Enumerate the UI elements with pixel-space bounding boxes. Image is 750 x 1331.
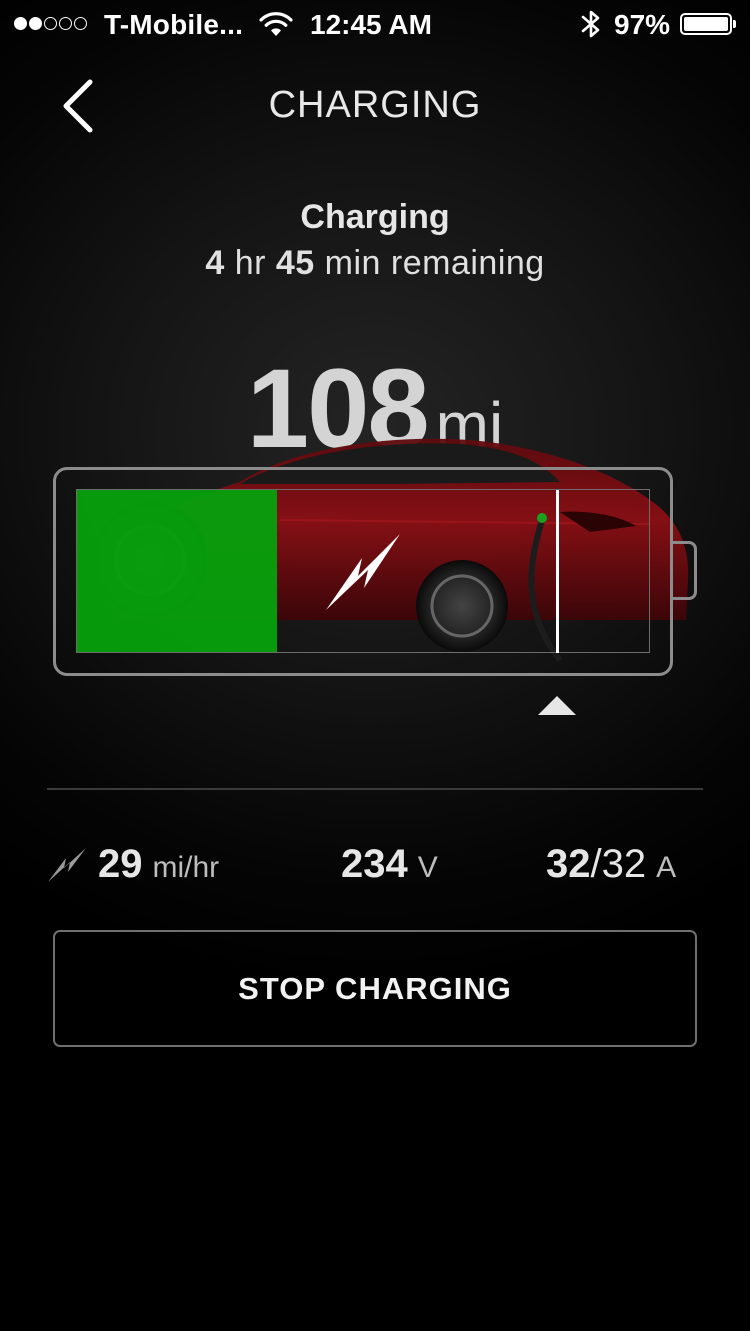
- charge-level-fill: [77, 490, 277, 652]
- remaining-suffix: min remaining: [324, 244, 545, 282]
- signal-dot: [14, 17, 27, 30]
- battery-percent: 97%: [614, 9, 671, 40]
- battery-terminal: [673, 541, 697, 600]
- page-title: CHARGING: [268, 84, 482, 126]
- signal-dot: [59, 17, 72, 30]
- charge-limit-marker: [556, 490, 559, 653]
- signal-dot: [29, 17, 42, 30]
- time-remaining: 4 hr 45 min remaining: [0, 244, 750, 283]
- signal-dot: [44, 17, 57, 30]
- stop-charging-button[interactable]: STOP CHARGING: [53, 930, 697, 1047]
- charge-limit-handle[interactable]: [538, 696, 576, 715]
- carrier-name: T-Mobile...: [104, 9, 244, 40]
- charge-rate-icon: [48, 848, 86, 882]
- charge-rate-unit: mi/hr: [152, 851, 220, 884]
- charge-rate: 29 mi/hr: [98, 842, 219, 887]
- current-separator: /: [590, 842, 602, 886]
- charge-rate-value: 29: [98, 842, 143, 886]
- remaining-minutes: 45: [275, 244, 315, 282]
- bluetooth-icon: [581, 10, 600, 38]
- voltage: 234 V: [341, 842, 438, 887]
- cell-signal-indicator: [14, 17, 87, 30]
- current: 32/32 A: [546, 842, 676, 887]
- divider: [47, 788, 703, 790]
- status-time: 12:45 AM: [310, 9, 432, 40]
- charging-status: Charging: [300, 198, 450, 236]
- lightning-bolt-icon: [326, 534, 400, 610]
- current-max: 32: [601, 842, 647, 886]
- remaining-hours: 4: [205, 244, 225, 282]
- status-bar: T-Mobile... 12:45 AM 97%: [0, 0, 750, 48]
- voltage-unit: V: [417, 851, 438, 884]
- remaining-hours-unit: hr: [234, 244, 266, 282]
- current-unit: A: [656, 851, 677, 884]
- current-actual: 32: [546, 842, 591, 886]
- phone-battery-icon: [680, 13, 736, 35]
- voltage-value: 234: [341, 842, 408, 886]
- signal-dot: [74, 17, 87, 30]
- wifi-icon: [259, 12, 293, 36]
